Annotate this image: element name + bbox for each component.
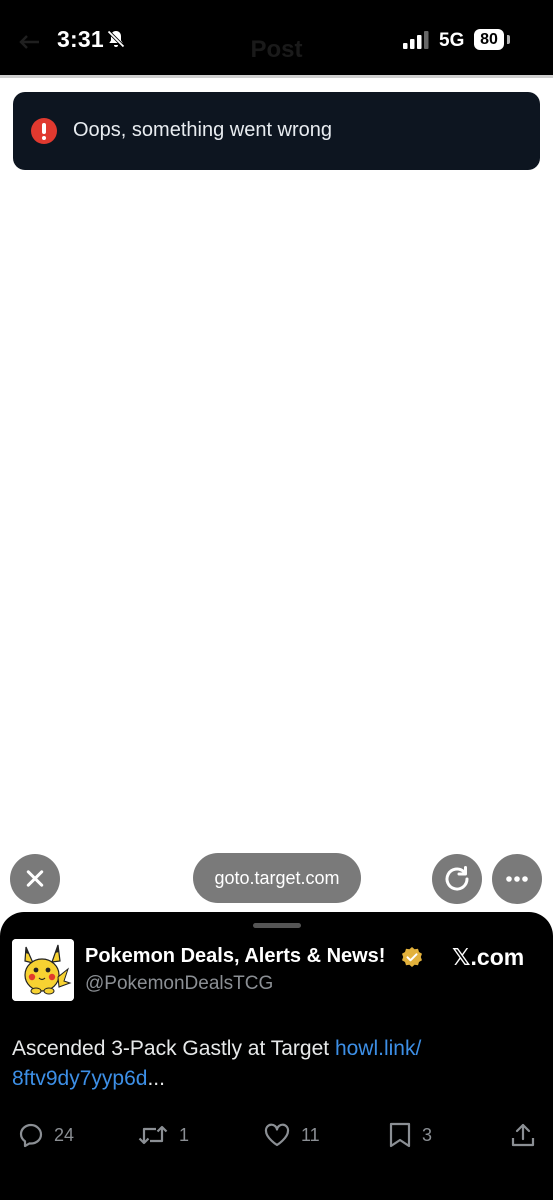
- clock: 3:31: [57, 26, 104, 52]
- bookmark-button[interactable]: 3: [388, 1120, 432, 1150]
- reply-icon: [19, 1123, 43, 1148]
- heart-icon: [264, 1123, 290, 1147]
- refresh-icon: [445, 866, 469, 891]
- ellipsis-icon: [506, 876, 528, 882]
- verified-badge-icon: [402, 947, 422, 967]
- more-options-button[interactable]: [492, 854, 542, 904]
- bookmark-icon: [389, 1122, 411, 1148]
- post-body: Ascended 3-Pack Gastly at Target: [12, 1037, 335, 1060]
- error-message: Oops, something went wrong: [73, 119, 333, 141]
- sheet-handle[interactable]: [253, 923, 301, 928]
- post-text: Ascended 3-Pack Gastly at Target howl.li…: [12, 1034, 512, 1094]
- status-bar: Post 3:31 5G 80: [0, 0, 553, 78]
- reply-count: 24: [54, 1124, 75, 1145]
- battery-level: 80: [474, 29, 504, 50]
- error-toast: Oops, something went wrong: [13, 92, 540, 170]
- reply-button[interactable]: 24: [18, 1120, 74, 1150]
- error-icon: [31, 118, 57, 144]
- cellular-signal-icon: [403, 31, 429, 49]
- repost-button[interactable]: 1: [137, 1120, 189, 1150]
- repost-count: 1: [179, 1124, 190, 1145]
- user-handle[interactable]: @PokemonDealsTCG: [85, 973, 273, 995]
- reload-button[interactable]: [432, 854, 482, 904]
- post-link[interactable]: howl.link/: [335, 1037, 421, 1060]
- like-button[interactable]: 11: [263, 1120, 320, 1150]
- network-type: 5G: [439, 30, 465, 51]
- bell-muted-icon: [107, 30, 125, 48]
- share-icon: [511, 1123, 535, 1147]
- post-ellipsis: ...: [147, 1067, 165, 1090]
- close-button[interactable]: [10, 854, 60, 904]
- post-actions: 24 1 11 3: [0, 1120, 553, 1150]
- post-link-cont[interactable]: 8ftv9dy7yyp6d: [12, 1067, 147, 1090]
- display-name[interactable]: Pokemon Deals, Alerts & News!: [85, 945, 385, 968]
- share-button[interactable]: [510, 1120, 536, 1150]
- pikachu-avatar-icon: [12, 939, 74, 1001]
- avatar[interactable]: [12, 939, 74, 1001]
- x-com-label[interactable]: 𝕏.com: [452, 944, 524, 971]
- like-count: 11: [301, 1124, 320, 1145]
- url-pill[interactable]: goto.target.com: [193, 853, 361, 903]
- bookmark-count: 3: [422, 1124, 433, 1145]
- battery-cap: [507, 35, 510, 44]
- header-divider: [0, 75, 553, 78]
- repost-icon: [138, 1125, 168, 1145]
- post-preview-sheet: Pokemon Deals, Alerts & News! @PokemonDe…: [0, 912, 553, 1200]
